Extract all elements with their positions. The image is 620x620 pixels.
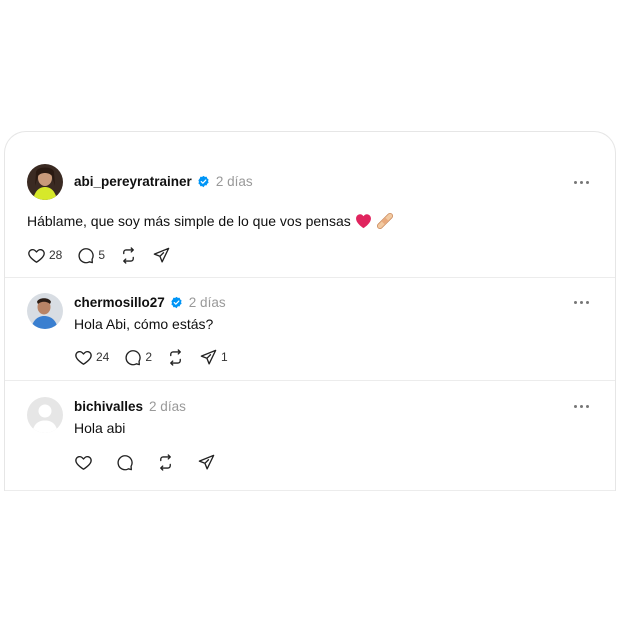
avatar[interactable] [27, 293, 63, 329]
share-count: 1 [221, 350, 228, 364]
avatar[interactable] [27, 164, 63, 200]
reply-count: 2 [145, 350, 153, 364]
share-button[interactable] [152, 245, 171, 265]
like-button[interactable]: 28 [27, 245, 62, 265]
share-button[interactable] [197, 452, 216, 472]
post-text-content: Hola Abi, cómo estás? [74, 316, 214, 332]
share-icon [197, 453, 216, 472]
bandage-icon [376, 212, 393, 230]
post-text: Hola Abi, cómo estás? [74, 316, 213, 332]
action-bar: 28 5 [27, 245, 185, 265]
reply-post: chermosillo27 2 días Hola Abi, cómo está… [5, 278, 615, 381]
thread-card: abi_pereyratrainer 2 días Háblame, que s… [4, 131, 616, 491]
repost-icon [156, 453, 175, 472]
post-header: bichivalles 2 días [74, 399, 186, 414]
post-text: Háblame, que soy más simple de lo que vo… [27, 212, 394, 230]
username[interactable]: chermosillo27 [74, 295, 165, 310]
post-text: Hola abi [74, 420, 125, 436]
timestamp[interactable]: 2 días [149, 399, 186, 414]
like-count: 24 [96, 350, 110, 364]
repost-button[interactable] [156, 452, 175, 472]
like-button[interactable]: 24 [74, 347, 109, 367]
reply-icon [123, 348, 142, 367]
red-heart-icon [355, 214, 371, 229]
share-icon [199, 348, 218, 367]
verified-icon [170, 296, 183, 309]
repost-icon [166, 348, 185, 367]
reply-count: 5 [98, 248, 106, 262]
reply-icon [76, 246, 95, 265]
reply-button[interactable]: 2 [123, 347, 152, 367]
repost-icon [119, 246, 138, 265]
action-bar [74, 452, 238, 472]
action-bar: 24 2 1 [74, 347, 242, 367]
reply-icon [115, 453, 134, 472]
default-avatar-icon[interactable] [27, 397, 63, 433]
heart-icon [74, 348, 93, 367]
timestamp[interactable]: 2 días [189, 295, 226, 310]
main-post: abi_pereyratrainer 2 días Háblame, que s… [5, 132, 615, 278]
share-icon [152, 246, 171, 265]
reply-post: bichivalles 2 días Hola abi [5, 381, 615, 491]
heart-icon [74, 453, 93, 472]
like-count: 28 [49, 248, 63, 262]
post-header: chermosillo27 2 días [74, 295, 226, 310]
reply-button[interactable]: 5 [76, 245, 105, 265]
username[interactable]: abi_pereyratrainer [74, 174, 192, 189]
post-text-content: Hola abi [74, 420, 126, 436]
more-options-icon[interactable] [574, 301, 589, 304]
repost-button[interactable] [166, 347, 185, 367]
post-text-content: Háblame, que soy más simple de lo que vo… [27, 213, 351, 229]
share-button[interactable]: 1 [199, 347, 228, 367]
repost-button[interactable] [119, 245, 138, 265]
post-header: abi_pereyratrainer 2 días [74, 174, 253, 189]
more-options-icon[interactable] [574, 405, 589, 408]
timestamp[interactable]: 2 días [216, 174, 253, 189]
like-button[interactable] [74, 452, 93, 472]
username[interactable]: bichivalles [74, 399, 143, 414]
verified-icon [197, 175, 210, 188]
more-options-icon[interactable] [574, 181, 589, 184]
reply-button[interactable] [115, 452, 134, 472]
heart-icon [27, 246, 46, 265]
